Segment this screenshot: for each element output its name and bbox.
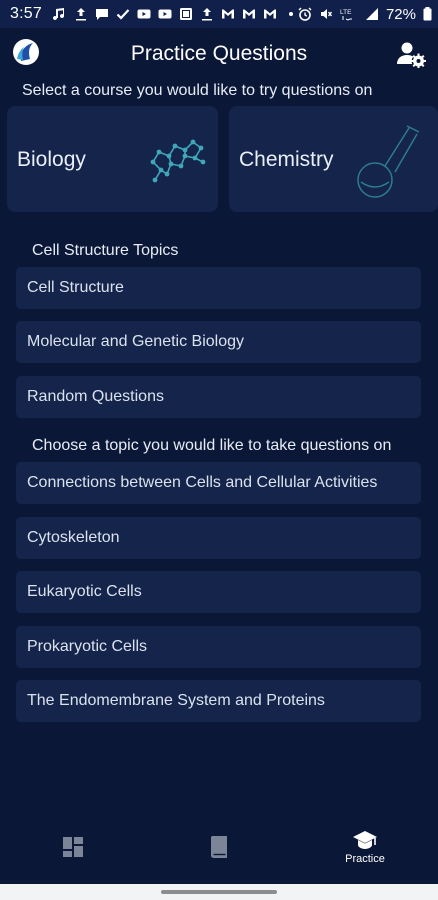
nav-dashboard[interactable] <box>0 810 146 884</box>
upload-icon <box>200 7 214 21</box>
nav-label-practice: Practice <box>345 852 385 865</box>
nav-library[interactable] <box>146 810 292 884</box>
list-item-label: The Endomembrane System and Proteins <box>27 692 325 709</box>
page-title: Practice Questions <box>130 42 308 65</box>
bottom-navigation: Practice <box>0 810 438 884</box>
chat-icon <box>95 7 109 21</box>
list-item-label: Connections between Cells and Cellular A… <box>27 474 378 491</box>
list-item[interactable]: The Endomembrane System and Proteins <box>16 680 421 722</box>
status-left: 3:57 <box>10 5 298 23</box>
status-time: 3:57 <box>10 5 42 22</box>
app-logo-icon <box>11 37 41 67</box>
gmail-icon <box>263 7 277 21</box>
gmail-icon <box>221 7 235 21</box>
list-item[interactable]: Connections between Cells and Cellular A… <box>16 462 421 504</box>
lte-icon: LTE <box>340 7 358 21</box>
status-right: LTE 72% <box>298 6 432 23</box>
dot-icon <box>284 7 298 21</box>
app-header: Practice Questions <box>0 28 438 80</box>
youtube-icon <box>137 7 151 21</box>
mute-icon <box>319 7 333 21</box>
list-item[interactable]: Random Questions <box>16 376 421 418</box>
status-bar: 3:57 LTE 72% <box>0 0 438 28</box>
flask-icon <box>357 125 420 198</box>
battery-icon <box>423 7 432 21</box>
music-note-icon <box>52 7 67 21</box>
list-item[interactable]: Prokaryotic Cells <box>16 626 421 668</box>
system-navigation-bar <box>0 884 438 900</box>
course-prompt: Select a course you would like to try qu… <box>22 82 373 99</box>
youtube-icon <box>158 7 172 21</box>
section-title-cell-structure-topics: Cell Structure Topics <box>32 242 179 259</box>
signal-icon <box>365 7 379 21</box>
list-item-label: Random Questions <box>27 388 164 405</box>
gesture-handle[interactable] <box>161 890 277 894</box>
molecule-network-icon <box>150 139 206 183</box>
course-card-chemistry[interactable]: Chemistry <box>229 106 438 212</box>
list-item-label: Eukaryotic Cells <box>27 583 142 600</box>
check-icon <box>116 7 130 21</box>
upload-icon <box>74 7 88 21</box>
list-item[interactable]: Cytoskeleton <box>16 517 421 559</box>
battery-percent: 72% <box>385 5 416 23</box>
photo-icon <box>179 7 193 21</box>
graduation-cap-icon <box>353 830 377 849</box>
alarm-icon <box>298 7 312 21</box>
gmail-icon <box>242 7 256 21</box>
list-item[interactable]: Molecular and Genetic Biology <box>16 321 421 363</box>
list-item-label: Prokaryotic Cells <box>27 638 148 655</box>
lte-label: LTE <box>340 9 352 16</box>
list-item-label: Molecular and Genetic Biology <box>27 333 245 350</box>
list-item[interactable]: Cell Structure <box>16 267 421 309</box>
user-settings-icon <box>397 42 426 68</box>
course-label: Biology <box>17 148 86 171</box>
dashboard-icon <box>63 837 83 857</box>
course-card-biology[interactable]: Biology <box>7 106 218 212</box>
list-item-label: Cell Structure <box>27 279 124 296</box>
section-title-choose-topic: Choose a topic you would like to take qu… <box>32 437 392 454</box>
nav-practice[interactable]: Practice <box>292 810 438 884</box>
user-settings-button[interactable] <box>396 40 426 68</box>
list-item[interactable]: Eukaryotic Cells <box>16 571 421 613</box>
book-icon <box>211 836 227 858</box>
course-label: Chemistry <box>239 148 334 171</box>
list-item-label: Cytoskeleton <box>27 529 120 546</box>
